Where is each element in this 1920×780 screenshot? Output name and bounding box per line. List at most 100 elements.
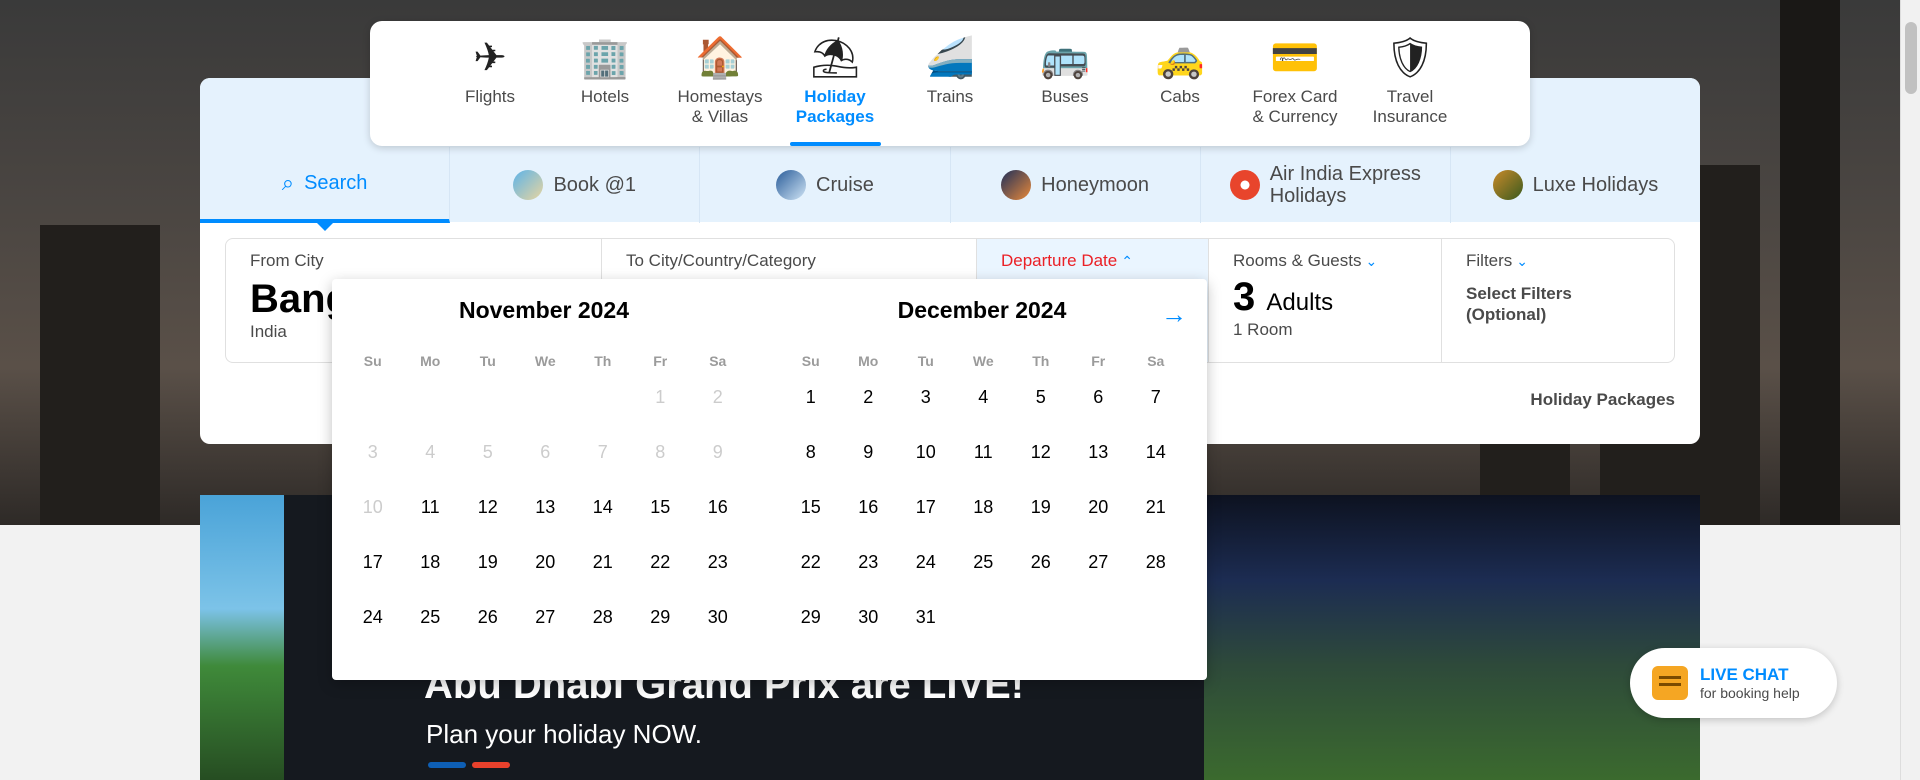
subtab-honeymoon[interactable]: Honeymoon [951,147,1201,223]
nav-item-travel[interactable]: 🛡 Travel Insurance [1353,21,1468,146]
calendar-day[interactable]: 17 [344,546,402,601]
calendar-day[interactable]: 21 [1127,491,1185,546]
nav-item-hotels[interactable]: 🏢 Hotels [548,21,663,146]
month-grid: Su Mo Tu We Th Fr Sa 1 2 3 4 5 6 7 8 9 10 11 12 13 14 15 16 17 1… [782,353,1182,656]
calendar-day[interactable]: 15 [632,491,690,546]
calendar-day[interactable]: 15 [782,491,840,546]
calendar-day[interactable]: 8 [782,436,840,491]
calendar-day[interactable]: 28 [574,601,632,656]
calendar-day[interactable]: 19 [459,546,517,601]
nav-item-buses[interactable]: 🚌 Buses [1008,21,1123,146]
nav-item-holiday[interactable]: ⛱ Holiday Packages [778,21,893,146]
subtab-book-1[interactable]: Book @1 [450,147,701,223]
nav-icon: 🚄 [925,36,975,80]
calendar-day[interactable]: 22 [632,546,690,601]
nav-icon: 💳 [1270,36,1320,80]
calendar-day: 4 [425,442,436,462]
holiday-packages-link[interactable]: Holiday Packages [1530,390,1675,410]
calendar-day[interactable]: 13 [1070,436,1128,491]
page-scrollbar[interactable] [1900,0,1920,780]
calendar-day[interactable]: 13 [517,491,575,546]
nav-item-forex-card[interactable]: 💳 Forex Card & Currency [1238,21,1353,146]
filters-field[interactable]: Filters ⌄ Select Filters (Optional) [1442,239,1674,362]
live-chat-button[interactable]: LIVE CHAT for booking help [1630,648,1837,718]
carousel-dot[interactable] [428,762,466,768]
calendar-day[interactable]: 27 [1070,546,1128,601]
calendar-day[interactable]: 12 [459,491,517,546]
nav-label: Travel Insurance [1372,87,1448,126]
calendar-day[interactable]: 29 [782,601,840,656]
calendar-day[interactable]: 24 [897,546,955,601]
calendar-day[interactable]: 20 [1070,491,1128,546]
chat-bubble-icon [1652,666,1688,700]
calendar-day[interactable]: 12 [1012,436,1070,491]
next-month-arrow-icon[interactable]: → [1161,299,1187,330]
calendar-day[interactable]: 19 [1012,491,1070,546]
calendar-day[interactable]: 7 [1127,381,1185,436]
calendar-day[interactable]: 30 [689,601,747,656]
calendar-day[interactable]: 22 [782,546,840,601]
calendar-day[interactable]: 9 [840,436,898,491]
calendar-day[interactable]: 24 [344,601,402,656]
calendar-day: 10 [362,497,383,517]
calendar-day[interactable]: 2 [840,381,898,436]
nav-item-cabs[interactable]: 🚕 Cabs [1123,21,1238,146]
from-city-label: From City [250,251,324,270]
calendar-day[interactable]: 31 [897,601,955,656]
calendar-day[interactable]: 23 [689,546,747,601]
empty-day [402,381,460,436]
calendar-day[interactable]: 25 [402,601,460,656]
carousel-dots[interactable] [428,762,510,768]
nav-item-trains[interactable]: 🚄 Trains [893,21,1008,146]
rooms-guests-field[interactable]: Rooms & Guests ⌄ 3 Adults 1 Room [1209,239,1442,362]
calendar-day[interactable]: 16 [689,491,747,546]
calendar-day[interactable]: 14 [574,491,632,546]
calendar-day[interactable]: 23 [840,546,898,601]
subtab-cruise[interactable]: Cruise [700,147,951,223]
subtab-label: Cruise [816,174,874,196]
calendar-day[interactable]: 17 [897,491,955,546]
calendar-day[interactable]: 26 [459,601,517,656]
empty-day [574,381,632,436]
calendar-day[interactable]: 5 [1012,381,1070,436]
nav-icon: 🚌 [1040,36,1090,80]
calendar-day[interactable]: 14 [1127,436,1185,491]
subtab-luxe-holidays[interactable]: Luxe Holidays [1451,147,1700,223]
calendar-day[interactable]: 18 [955,491,1013,546]
calendar-day[interactable]: 3 [897,381,955,436]
nav-icon: 🏢 [580,36,630,80]
calendar-day[interactable]: 26 [1012,546,1070,601]
calendar-day[interactable]: 11 [955,436,1013,491]
calendar-day[interactable]: 20 [517,546,575,601]
departure-date-label: Departure Date [1001,251,1118,270]
calendar-day[interactable]: 6 [1070,381,1128,436]
subtab-air-india-express[interactable]: Air India Express Holidays [1201,147,1451,223]
calendar-day[interactable]: 28 [1127,546,1185,601]
scrollbar-thumb[interactable] [1905,22,1917,94]
calendar-day[interactable]: 11 [402,491,460,546]
nav-label: Hotels [580,87,630,106]
weekday-header: Fr [1091,353,1106,369]
calendar-day[interactable]: 27 [517,601,575,656]
calendar-day[interactable]: 4 [955,381,1013,436]
weekday-header: Tu [917,353,934,369]
nav-icon: 🛡 [1384,36,1436,80]
nav-item-flights[interactable]: ✈ Flights [433,21,548,146]
calendar-day[interactable]: 30 [840,601,898,656]
calendar-day[interactable]: 10 [897,436,955,491]
calendar-day[interactable]: 21 [574,546,632,601]
nav-icon: ⛱ [809,36,861,80]
carousel-dot[interactable] [472,762,510,768]
nav-label: Buses [1041,87,1089,106]
banner-subline: Plan your holiday NOW. [426,719,703,749]
calendar-day[interactable]: 16 [840,491,898,546]
calendar-day[interactable]: 29 [632,601,690,656]
nav-item-homestays[interactable]: 🏠 Homestays & Villas [663,21,778,146]
calendar-day[interactable]: 1 [782,381,840,436]
rooms-guests-label: Rooms & Guests [1233,251,1362,270]
subtab-label: Book @1 [553,174,637,196]
calendar-day[interactable]: 25 [955,546,1013,601]
subtab-thumbnail [1229,170,1260,200]
calendar-day[interactable]: 18 [402,546,460,601]
subtab-search[interactable]: ⌕ Search [200,147,451,231]
